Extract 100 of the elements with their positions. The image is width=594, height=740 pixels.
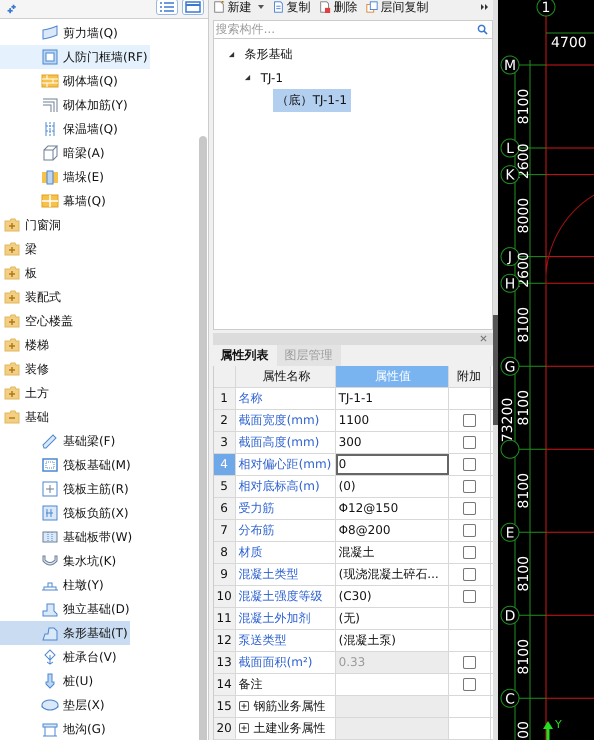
- property-value[interactable]: 300: [336, 432, 449, 453]
- property-value[interactable]: 1100: [336, 410, 449, 431]
- scrollbar-thumb[interactable]: [198, 136, 207, 740]
- checkbox[interactable]: [462, 568, 476, 581]
- expand-triangle-icon[interactable]: [244, 74, 251, 82]
- toolbar-button[interactable]: 层间复制: [366, 0, 429, 14]
- tree-item[interactable]: 桩承台(V): [0, 645, 119, 669]
- column-header[interactable]: 属性名称: [236, 366, 336, 387]
- panel-view-button[interactable]: [182, 0, 204, 15]
- row-number: 6: [214, 498, 236, 519]
- folder-icon[interactable]: [4, 290, 20, 304]
- property-value[interactable]: TJ-1-1: [336, 388, 449, 409]
- property-name: 截面高度(mm): [236, 432, 336, 453]
- tree-item[interactable]: 地沟(G): [0, 717, 108, 740]
- axis-bubble: C: [500, 688, 520, 708]
- property-value[interactable]: Φ12@150: [336, 498, 449, 519]
- toolbar-button[interactable]: 复制: [272, 0, 311, 14]
- row-number: 14: [214, 674, 236, 695]
- pencil-icon: [41, 433, 59, 449]
- striped-panel-icon: [41, 529, 59, 545]
- folder-icon[interactable]: [4, 362, 20, 376]
- property-name: 材质: [236, 542, 336, 563]
- tree-item[interactable]: 条形基础: [240, 43, 297, 66]
- checkbox[interactable]: [462, 480, 476, 493]
- tree-item[interactable]: 楼梯: [0, 333, 198, 357]
- row-number: 7: [214, 520, 236, 541]
- double-chevron-icon[interactable]: [481, 2, 489, 11]
- property-value[interactable]: Φ8@200: [336, 520, 449, 541]
- tree-item[interactable]: 保温墙(Q): [0, 117, 120, 141]
- tree-item[interactable]: 砌体墙(Q): [0, 69, 120, 93]
- checkbox[interactable]: [462, 524, 476, 537]
- property-group-name: 土建业务属性: [254, 720, 326, 737]
- property-value[interactable]: 混凝土: [336, 542, 449, 563]
- tree-item[interactable]: 装修: [0, 357, 198, 381]
- row-number: 9: [214, 564, 236, 585]
- tree-item[interactable]: 装配式: [0, 285, 198, 309]
- tree-item[interactable]: 空心楼盖: [0, 309, 198, 333]
- axis-bubble: G: [500, 356, 520, 376]
- expand-plus-icon[interactable]: [238, 701, 249, 712]
- checkbox[interactable]: [462, 436, 476, 449]
- tree-item[interactable]: 基础板带(W): [0, 525, 134, 549]
- tree-item[interactable]: 独立基础(D): [0, 597, 132, 621]
- tree-item[interactable]: 梁: [0, 237, 198, 261]
- tree-item[interactable]: 基础: [0, 405, 198, 429]
- row-number: 15: [214, 696, 236, 717]
- folder-icon[interactable]: [4, 338, 20, 352]
- expand-plus-icon[interactable]: [238, 723, 249, 734]
- tree-item[interactable]: 基础梁(F): [0, 429, 118, 453]
- folder-icon[interactable]: [4, 266, 20, 280]
- folder-icon[interactable]: [4, 386, 20, 400]
- tree-item[interactable]: 垫层(X): [0, 693, 107, 717]
- tree-item[interactable]: 柱墩(Y): [0, 573, 106, 597]
- tree-item[interactable]: 板: [0, 261, 198, 285]
- expand-triangle-icon[interactable]: [228, 51, 235, 58]
- property-value[interactable]: (无): [336, 608, 449, 629]
- row-number: 10: [214, 586, 236, 607]
- checkbox[interactable]: [462, 502, 476, 515]
- checkbox[interactable]: [462, 458, 476, 471]
- tree-item[interactable]: TJ-1: [256, 68, 287, 88]
- tree-item[interactable]: 条形基础(T): [0, 621, 130, 645]
- tree-item[interactable]: 墙垛(E): [0, 165, 106, 189]
- tree-item[interactable]: 幕墙(Q): [0, 189, 108, 213]
- row-number: 12: [214, 630, 236, 651]
- search-box[interactable]: 搜索构件...: [212, 20, 493, 40]
- square-frame-icon: [41, 49, 59, 65]
- tree-item[interactable]: 门窗洞: [0, 213, 198, 237]
- tree-item[interactable]: 筏板负筋(X): [0, 501, 131, 525]
- property-value[interactable]: (0): [336, 476, 449, 497]
- folder-icon[interactable]: [4, 218, 20, 232]
- folder-icon[interactable]: [4, 410, 20, 424]
- tree-item[interactable]: 人防门框墙(RF): [0, 45, 150, 69]
- close-icon[interactable]: [480, 335, 487, 342]
- splitter-handle[interactable]: [493, 315, 498, 425]
- checkbox[interactable]: [462, 546, 476, 559]
- tree-item[interactable]: 砌体加筋(Y): [0, 93, 130, 117]
- property-value[interactable]: (混凝土泵): [336, 630, 449, 651]
- tree-item[interactable]: 集水坑(K): [0, 549, 118, 573]
- folder-icon[interactable]: [4, 242, 20, 256]
- toolbar-button[interactable]: 新建: [212, 0, 264, 14]
- checkbox[interactable]: [462, 678, 476, 691]
- property-value[interactable]: (现浇混凝土碎石...: [336, 564, 449, 585]
- tree-item[interactable]: （底）TJ-1-1: [272, 89, 351, 112]
- dimension-label: 8000: [516, 198, 532, 234]
- property-value[interactable]: (C30): [336, 586, 449, 607]
- tree-item[interactable]: 剪力墙(Q): [0, 21, 120, 45]
- step-block-icon: [41, 601, 59, 617]
- list-view-button[interactable]: [156, 0, 178, 15]
- search-icon[interactable]: [477, 24, 488, 35]
- tree-item[interactable]: 暗梁(A): [0, 141, 107, 165]
- tree-item[interactable]: 土方: [0, 381, 198, 405]
- search-field[interactable]: 搜索构件...: [216, 22, 477, 36]
- tree-item[interactable]: 筏板基础(M): [0, 453, 133, 477]
- tree-item[interactable]: 桩(U): [0, 669, 96, 693]
- checkbox[interactable]: [462, 590, 476, 603]
- property-value[interactable]: 0: [336, 454, 449, 475]
- tree-item[interactable]: 筏板主筋(R): [0, 477, 131, 501]
- toolbar-button[interactable]: 删除: [318, 0, 358, 14]
- column-header[interactable]: 附加: [448, 366, 491, 387]
- checkbox[interactable]: [462, 414, 476, 427]
- folder-icon[interactable]: [4, 314, 20, 328]
